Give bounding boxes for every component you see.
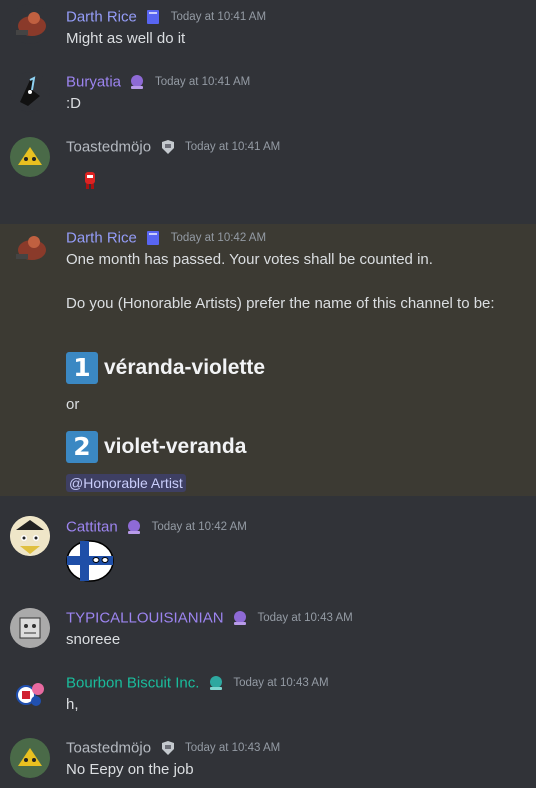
message: Cattitan Today at 10:42 AM bbox=[0, 496, 536, 596]
keycap-1-icon: 1 bbox=[66, 352, 98, 384]
timestamp[interactable]: Today at 10:43 AM bbox=[185, 742, 280, 754]
vote-option: 2 violet-veranda bbox=[66, 431, 246, 463]
timestamp[interactable]: Today at 10:42 AM bbox=[152, 521, 247, 533]
message-text: One month has passed. Your votes shall b… bbox=[66, 251, 433, 268]
timestamp[interactable]: Today at 10:41 AM bbox=[155, 76, 250, 88]
finland-ball-sticker[interactable] bbox=[66, 540, 114, 582]
crystal-ball-badge-icon[interactable] bbox=[231, 609, 249, 627]
book-badge-icon[interactable] bbox=[144, 229, 162, 247]
message-text: :D bbox=[66, 95, 81, 112]
vote-option: 1 véranda-violette bbox=[66, 352, 265, 384]
option-text: violet-veranda bbox=[104, 435, 247, 458]
message-text: h, bbox=[66, 696, 79, 713]
book-badge-icon[interactable] bbox=[144, 8, 162, 26]
crystal-ball-badge-icon[interactable] bbox=[125, 518, 143, 536]
message: Bourbon Biscuit Inc. Today at 10:43 AM h… bbox=[0, 661, 536, 726]
crystal-ball-badge-icon[interactable] bbox=[128, 73, 146, 91]
username[interactable]: Toastedmöjo bbox=[66, 740, 151, 757]
role-mention[interactable]: @Honorable Artist bbox=[66, 474, 186, 492]
option-text: véranda-violette bbox=[104, 356, 266, 379]
message-text: or bbox=[66, 396, 80, 413]
avatar[interactable] bbox=[10, 228, 50, 268]
timestamp[interactable]: Today at 10:43 AM bbox=[233, 677, 328, 689]
message-text: Do you (Honorable Artists) prefer the na… bbox=[66, 295, 495, 312]
username[interactable]: Bourbon Biscuit Inc. bbox=[66, 675, 199, 692]
avatar[interactable] bbox=[10, 72, 50, 112]
message-text: No Eepy on the job bbox=[66, 761, 194, 778]
username[interactable]: Darth Rice bbox=[66, 9, 137, 26]
message-text: Might as well do it bbox=[66, 30, 186, 47]
username[interactable]: Toastedmöjo bbox=[66, 139, 151, 156]
timestamp[interactable]: Today at 10:41 AM bbox=[171, 11, 266, 23]
shield-badge-icon[interactable] bbox=[159, 739, 177, 757]
message: Buryatia Today at 10:41 AM :D bbox=[0, 65, 536, 130]
timestamp[interactable]: Today at 10:41 AM bbox=[185, 141, 280, 153]
message: Toastedmöjo Today at 10:41 AM bbox=[0, 130, 536, 224]
timestamp[interactable]: Today at 10:43 AM bbox=[257, 612, 352, 624]
avatar[interactable] bbox=[10, 516, 50, 556]
keycap-2-icon: 2 bbox=[66, 431, 98, 463]
username[interactable]: Cattitan bbox=[66, 519, 118, 536]
avatar[interactable] bbox=[10, 738, 50, 778]
username[interactable]: Buryatia bbox=[66, 74, 121, 91]
avatar[interactable] bbox=[10, 673, 50, 713]
highlighted-message: Darth Rice Today at 10:42 AM One month h… bbox=[0, 224, 536, 496]
timestamp[interactable]: Today at 10:42 AM bbox=[171, 232, 266, 244]
avatar[interactable] bbox=[10, 4, 50, 44]
message: TYPICALLOUISIANIAN Today at 10:43 AM sno… bbox=[0, 596, 536, 661]
shield-badge-icon[interactable] bbox=[159, 138, 177, 156]
message-text: snoreee bbox=[66, 631, 121, 648]
message: Toastedmöjo Today at 10:43 AM No Eepy on… bbox=[0, 726, 536, 788]
crystal-ball-badge-icon[interactable] bbox=[207, 674, 225, 692]
message: Darth Rice Today at 10:41 AM Might as we… bbox=[0, 0, 536, 65]
username[interactable]: Darth Rice bbox=[66, 230, 137, 247]
avatar[interactable] bbox=[10, 608, 50, 648]
username[interactable]: TYPICALLOUISIANIAN bbox=[66, 610, 224, 627]
avatar[interactable] bbox=[10, 137, 50, 177]
sticker-image[interactable] bbox=[82, 170, 98, 190]
